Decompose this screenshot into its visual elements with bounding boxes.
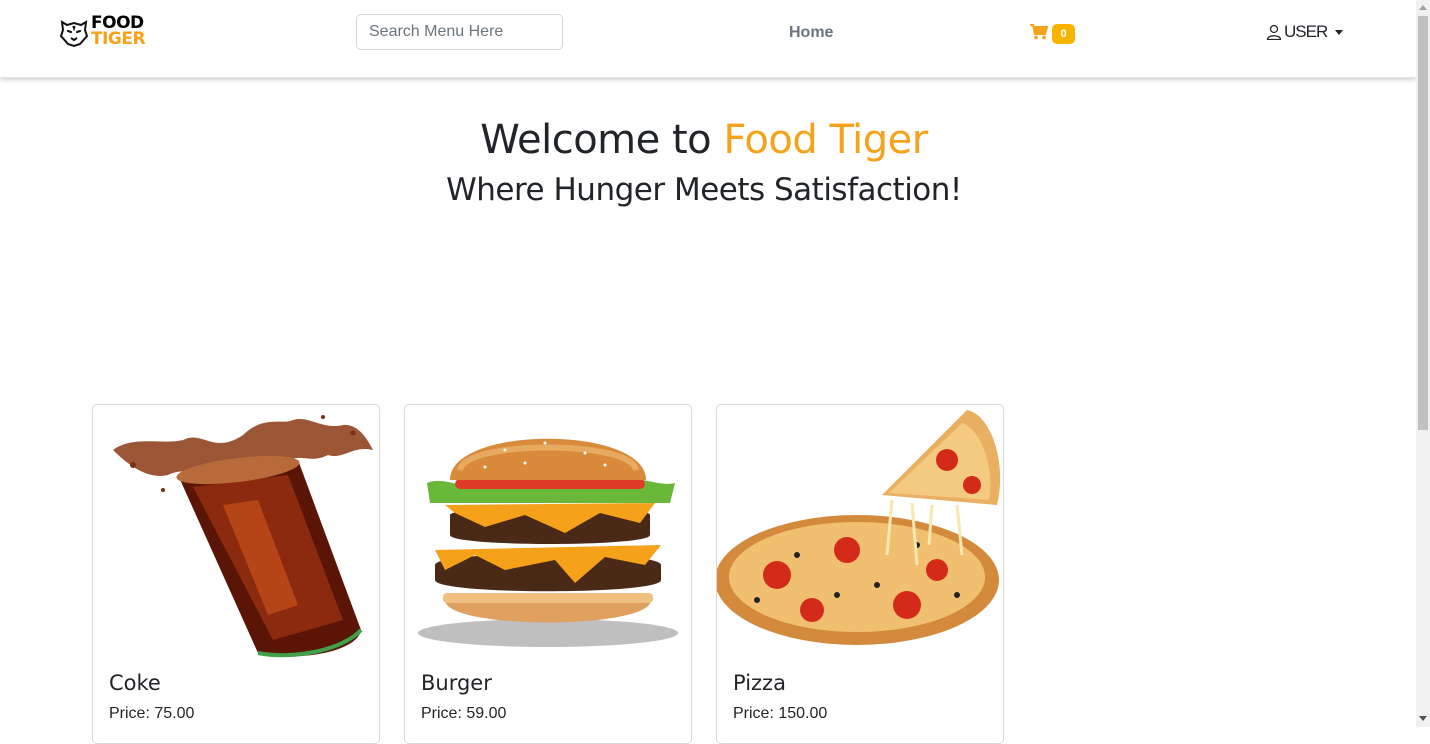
nav-home-link[interactable]: Home xyxy=(789,24,833,42)
brand-line2: TIGER xyxy=(91,29,146,49)
scroll-down-arrow-icon[interactable] xyxy=(1419,716,1427,721)
page-scrollbar[interactable] xyxy=(1416,0,1430,727)
menu-card-pizza[interactable]: Pizza Price: 150.00 xyxy=(716,404,1004,744)
burger-image xyxy=(418,438,678,647)
cart-icon xyxy=(1030,24,1048,40)
hero-title-accent: Food Tiger xyxy=(723,117,928,163)
brand-logo[interactable]: FOOD TIGER xyxy=(58,14,158,50)
hero-title: Welcome to Food Tiger xyxy=(0,117,1408,163)
menu-item-price: Price: 59.00 xyxy=(421,705,507,722)
scrollbar-thumb[interactable] xyxy=(1418,16,1428,430)
menu-item-name: Pizza xyxy=(733,671,786,695)
menu-card-burger[interactable]: Burger Price: 59.00 xyxy=(404,404,692,744)
tiger-logo-icon xyxy=(59,20,89,48)
top-navbar: FOOD TIGER Home 0 USER xyxy=(0,0,1416,78)
chevron-down-icon xyxy=(1335,30,1343,35)
scroll-up-arrow-icon[interactable] xyxy=(1419,5,1427,10)
menu-item-name: Burger xyxy=(421,671,492,695)
menu-item-price: Price: 75.00 xyxy=(109,705,195,722)
user-label: USER xyxy=(1284,22,1328,41)
pizza-image xyxy=(717,410,1001,645)
hero-title-prefix: Welcome to xyxy=(480,117,724,163)
search-input[interactable] xyxy=(356,14,563,50)
cart-count-badge: 0 xyxy=(1052,24,1075,44)
hero-subtitle: Where Hunger Meets Satisfaction! xyxy=(446,172,962,208)
coke-image xyxy=(113,415,373,658)
user-icon xyxy=(1266,24,1282,40)
menu-item-price: Price: 150.00 xyxy=(733,705,828,722)
menu-card-coke[interactable]: Coke Price: 75.00 xyxy=(92,404,380,744)
menu-item-name: Coke xyxy=(109,671,161,695)
